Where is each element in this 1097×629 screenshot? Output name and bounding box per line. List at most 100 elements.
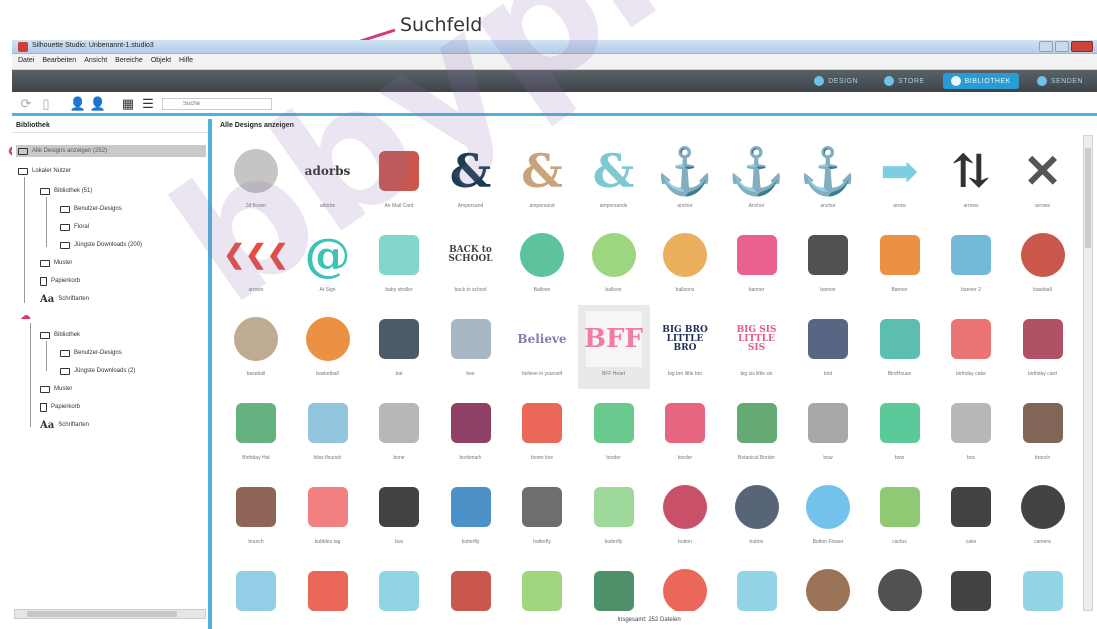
tab-send[interactable]: SENDEN — [1029, 73, 1091, 89]
search-input[interactable] — [162, 98, 272, 110]
scrollbar-thumb[interactable] — [1085, 148, 1091, 248]
design-tile[interactable]: ➡ arrow — [864, 137, 936, 221]
design-tile[interactable] — [721, 557, 793, 611]
design-tile[interactable]: Believe believe in yourself — [506, 305, 578, 389]
design-tile[interactable]: bow — [864, 389, 936, 473]
menu-hilfe[interactable]: Hilfe — [179, 57, 193, 66]
sidebar-item-user-designs[interactable]: Benutzer-Designs — [60, 203, 122, 215]
design-tile[interactable]: Botanical Border — [721, 389, 793, 473]
design-tile[interactable] — [649, 557, 721, 611]
sidebar-scrollbar[interactable] — [14, 609, 206, 619]
design-tile[interactable]: ⚓ anchor — [649, 137, 721, 221]
sidebar-item-recent-downloads-cloud[interactable]: Jüngste Downloads (2) — [60, 365, 135, 377]
design-tile[interactable]: butterfly — [578, 473, 650, 557]
minimize-button[interactable] — [1039, 41, 1053, 52]
sync-icon[interactable]: ⟳ — [18, 96, 34, 112]
grid-view-icon[interactable]: ▦ — [120, 96, 136, 112]
design-tile[interactable]: @ At Sign — [292, 221, 364, 305]
design-tile[interactable]: banner — [792, 221, 864, 305]
design-tile[interactable] — [1007, 557, 1079, 611]
design-tile[interactable]: Balloon — [506, 221, 578, 305]
design-tile[interactable]: butterfly — [506, 473, 578, 557]
maximize-button[interactable] — [1055, 41, 1069, 52]
design-tile[interactable] — [506, 557, 578, 611]
add-user-icon[interactable]: 👤 — [70, 96, 86, 112]
design-tile[interactable]: Button Flower — [792, 473, 864, 557]
design-tile[interactable]: ⇅ arrows — [935, 137, 1007, 221]
sidebar-item-floral[interactable]: Floral — [60, 221, 89, 233]
design-tile[interactable]: ⚓ anchor — [792, 137, 864, 221]
design-tile[interactable]: balloon — [578, 221, 650, 305]
menu-ansicht[interactable]: Ansicht — [84, 57, 107, 66]
design-tile[interactable]: border — [578, 389, 650, 473]
design-tile[interactable]: bow — [792, 389, 864, 473]
design-tile[interactable]: bone — [363, 389, 435, 473]
design-tile[interactable]: 3d flower — [220, 137, 292, 221]
sidebar-item-library-cloud[interactable]: Bibliothek — [40, 329, 80, 341]
design-tile[interactable] — [864, 557, 936, 611]
design-tile[interactable]: ⚓ Anchor — [721, 137, 793, 221]
sidebar-item-trash-cloud[interactable]: Papierkorb — [40, 401, 80, 413]
menu-bereiche[interactable]: Bereiche — [115, 57, 143, 66]
design-tile[interactable]: cake — [935, 473, 1007, 557]
cloud-account-icon[interactable]: ☁ — [20, 309, 31, 322]
design-tile[interactable]: branch — [220, 473, 292, 557]
design-tile[interactable]: birthday card — [1007, 305, 1079, 389]
sidebar-item-patterns[interactable]: Muster — [40, 257, 72, 269]
design-tile[interactable]: boom box — [506, 389, 578, 473]
design-tile[interactable]: baseball — [220, 305, 292, 389]
design-tile[interactable] — [578, 557, 650, 611]
design-tile[interactable] — [292, 557, 364, 611]
design-tile[interactable]: & Ampersand — [435, 137, 507, 221]
design-tile[interactable]: bliss flourish — [292, 389, 364, 473]
menu-bearbeiten[interactable]: Bearbeiten — [42, 57, 76, 66]
design-tile[interactable] — [935, 557, 1007, 611]
design-tile[interactable]: BIG BRO LITTLE BRO big bro little bro — [649, 305, 721, 389]
sidebar-item-local-user[interactable]: Lokaler Nutzer — [18, 165, 71, 177]
design-tile[interactable]: banner 2 — [935, 221, 1007, 305]
sidebar-item-patterns-cloud[interactable]: Muster — [40, 383, 72, 395]
design-tile[interactable]: bee — [435, 305, 507, 389]
sidebar-item-user-designs-cloud[interactable]: Benutzer-Designs — [60, 347, 122, 359]
design-tile[interactable]: baseball — [1007, 221, 1079, 305]
sidebar-item-all-designs[interactable]: Alle Designs anzeigen (252) — [16, 145, 206, 157]
grid-scrollbar[interactable] — [1083, 135, 1093, 611]
design-tile[interactable] — [220, 557, 292, 611]
remove-user-icon[interactable]: 👤 — [90, 96, 106, 112]
design-tile[interactable] — [363, 557, 435, 611]
design-tile[interactable]: BACK to SCHOOL back to school — [435, 221, 507, 305]
design-tile[interactable]: camera — [1007, 473, 1079, 557]
design-tile[interactable]: Birthday Hat — [220, 389, 292, 473]
design-tile[interactable]: button — [649, 473, 721, 557]
tab-library[interactable]: BIBLIOTHEK — [942, 73, 1019, 89]
design-tile[interactable]: bus — [363, 473, 435, 557]
design-tile[interactable]: button — [721, 473, 793, 557]
design-tile[interactable]: Air Mail Card — [363, 137, 435, 221]
device-icon[interactable]: ▯ — [38, 96, 54, 112]
list-view-icon[interactable]: ☰ — [140, 96, 156, 112]
design-tile[interactable]: butterfly — [435, 473, 507, 557]
design-tile[interactable]: ❮❮❮ arrows — [220, 221, 292, 305]
design-tile[interactable]: bird — [792, 305, 864, 389]
design-tile[interactable]: bookmark — [435, 389, 507, 473]
tab-store[interactable]: STORE — [876, 73, 933, 89]
sidebar-item-library-local[interactable]: Bibliothek (51) — [40, 185, 92, 197]
menu-datei[interactable]: Datei — [18, 57, 34, 66]
design-tile[interactable]: bat — [363, 305, 435, 389]
sidebar-item-fonts[interactable]: Aa Schriftarten — [40, 293, 89, 305]
design-tile[interactable]: balloons — [649, 221, 721, 305]
design-tile[interactable]: BIG SIS LITTLE SIS big sis little sis — [721, 305, 793, 389]
sidebar-item-fonts-cloud[interactable]: Aa Schriftarten — [40, 419, 89, 431]
design-tile[interactable]: bubbles tag — [292, 473, 364, 557]
design-tile[interactable]: basketball — [292, 305, 364, 389]
design-tile[interactable]: box — [935, 389, 1007, 473]
tab-design[interactable]: DESIGN — [806, 73, 866, 89]
scrollbar-thumb[interactable] — [27, 611, 177, 617]
menu-objekt[interactable]: Objekt — [151, 57, 171, 66]
design-tile[interactable]: baby stroller — [363, 221, 435, 305]
design-tile[interactable]: & ampersand — [506, 137, 578, 221]
design-tile[interactable]: birthday cake — [935, 305, 1007, 389]
design-tile[interactable]: BFF BFF Heart — [577, 305, 650, 389]
design-tile[interactable]: border — [649, 389, 721, 473]
sidebar-item-recent-downloads[interactable]: Jüngste Downloads (200) — [60, 239, 142, 251]
